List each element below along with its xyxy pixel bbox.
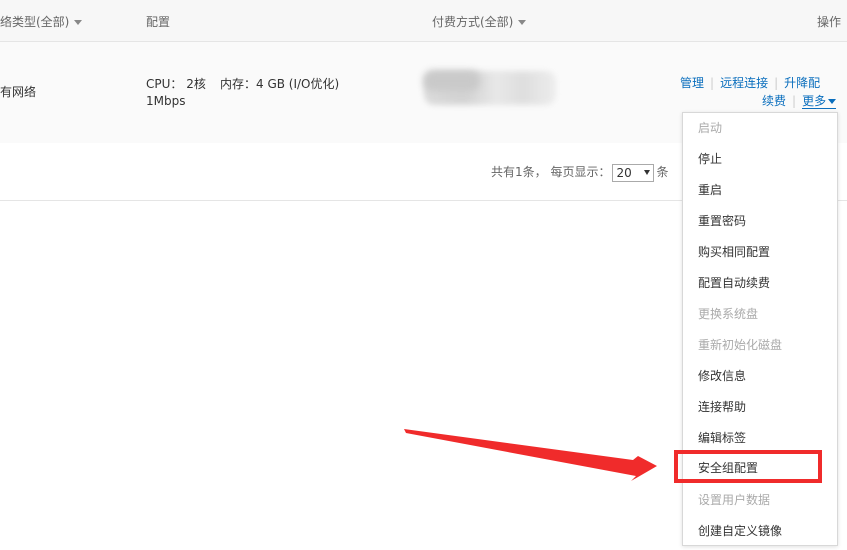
pagination: 共有1条， 每页显示： 20 条 bbox=[491, 163, 669, 182]
header-billing[interactable]: 付费方式(全部) bbox=[432, 0, 527, 41]
instance-network: 专有网络 bbox=[0, 85, 37, 99]
chevron-down-icon bbox=[828, 99, 837, 104]
menu-item-edit-info[interactable]: 修改信息 bbox=[698, 368, 746, 384]
menu-item-user-data: 设置用户数据 bbox=[698, 493, 771, 507]
divider: | bbox=[792, 94, 797, 108]
upgrade-link[interactable]: 升降配 bbox=[784, 76, 820, 90]
header-actions: 操作 bbox=[817, 15, 842, 29]
chevron-down-icon bbox=[74, 20, 83, 25]
total-count: 共有1条， bbox=[491, 165, 547, 179]
menu-item-buy-same-config[interactable]: 购买相同配置 bbox=[698, 244, 770, 260]
menu-item-auto-renew[interactable]: 配置自动续费 bbox=[698, 275, 770, 291]
instance-memory: 内存：4 GB (I/O优化) bbox=[220, 77, 340, 91]
menu-item-connect-help[interactable]: 连接帮助 bbox=[698, 399, 746, 415]
table-header: 网络类型(全部) 配置 付费方式(全部) 操作 bbox=[0, 0, 847, 42]
per-page-label: 每页显示： bbox=[550, 165, 611, 179]
chevron-down-icon bbox=[518, 20, 527, 25]
row-actions-line1: 管理 | 远程连接 | 升降配 bbox=[680, 74, 820, 92]
header-config: 配置 bbox=[146, 15, 171, 29]
instance-cpu: CPU： 2核 bbox=[146, 77, 206, 91]
redacted-billing-info-part bbox=[424, 71, 480, 91]
menu-item-change-system-disk: 更换系统盘 bbox=[698, 307, 759, 321]
annotation-highlight-box bbox=[674, 450, 822, 483]
menu-item-edit-tags[interactable]: 编辑标签 bbox=[698, 430, 746, 446]
remote-connect-link[interactable]: 远程连接 bbox=[720, 76, 768, 90]
chevron-down-icon bbox=[644, 169, 651, 175]
manage-link[interactable]: 管理 bbox=[680, 76, 704, 90]
renew-link[interactable]: 续费 bbox=[762, 94, 786, 108]
menu-item-reinit-disk: 重新初始化磁盘 bbox=[698, 338, 783, 352]
more-dropdown[interactable]: 更多 bbox=[802, 94, 837, 109]
row-actions-line2: 续费 | 更多 bbox=[762, 92, 837, 110]
menu-item-start: 启动 bbox=[698, 121, 723, 135]
header-network-type[interactable]: 网络类型(全部) bbox=[0, 0, 83, 41]
instance-bandwidth: 1Mbps bbox=[146, 94, 186, 108]
menu-item-create-image[interactable]: 创建自定义镜像 bbox=[698, 523, 782, 539]
divider: | bbox=[774, 76, 779, 90]
divider: | bbox=[710, 76, 715, 90]
per-page-suffix: 条 bbox=[656, 165, 669, 179]
menu-item-reset-password[interactable]: 重置密码 bbox=[698, 213, 746, 229]
menu-item-stop[interactable]: 停止 bbox=[698, 151, 722, 167]
menu-item-restart[interactable]: 重启 bbox=[698, 182, 722, 198]
per-page-select[interactable]: 20 bbox=[612, 163, 655, 182]
